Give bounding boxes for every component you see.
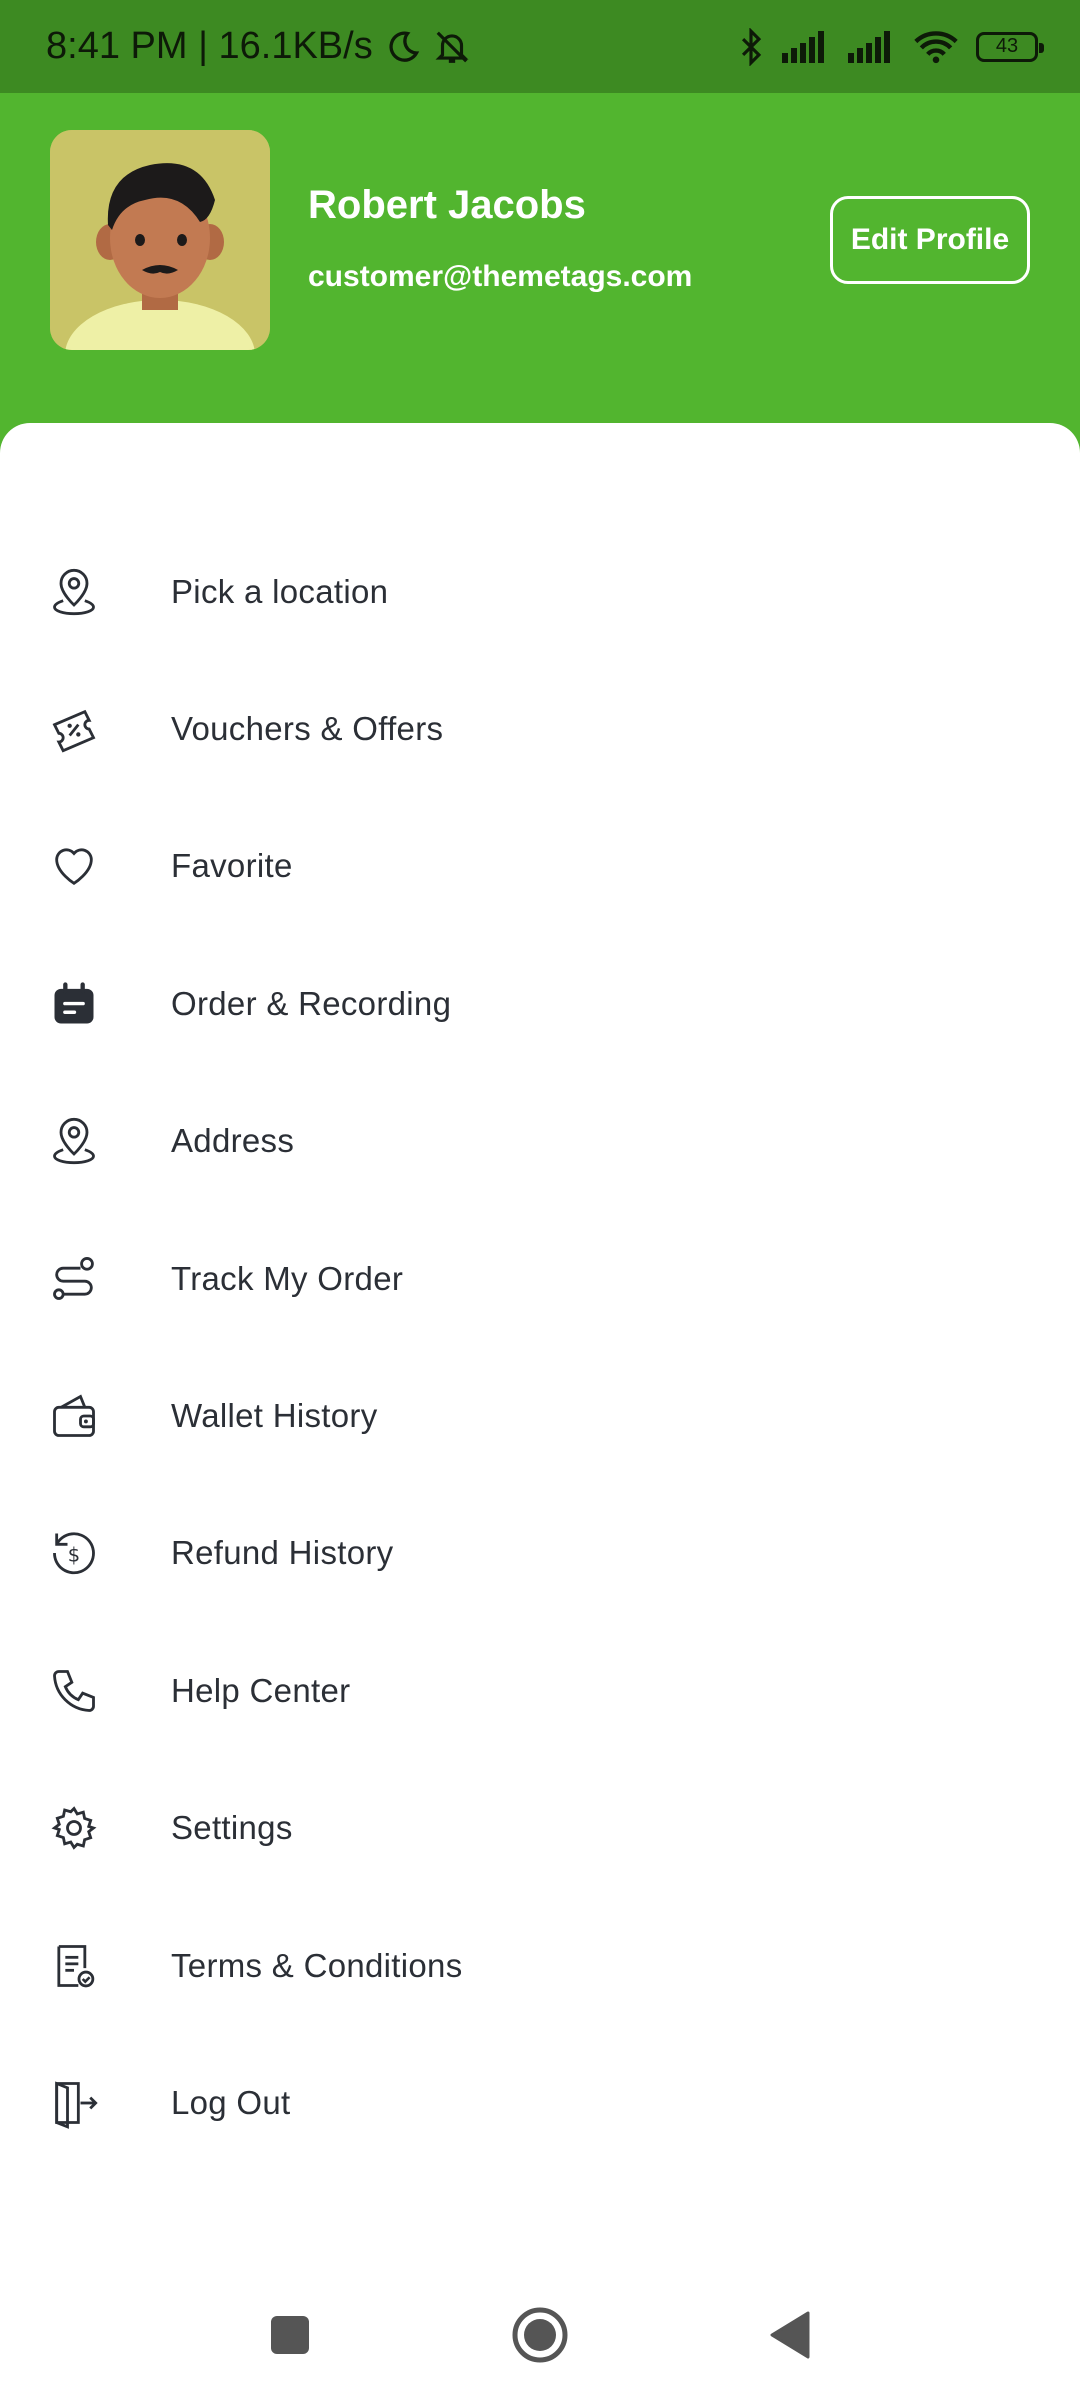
menu-item-logout[interactable]: Log Out [0, 2034, 1080, 2171]
back-triangle-icon[interactable] [760, 2305, 820, 2365]
battery-icon: 43 [976, 31, 1044, 62]
menu-item-label: Settings [171, 1809, 293, 1847]
menu-sheet: Pick a location Vouchers & Offers Favori… [0, 423, 1080, 2400]
calendar-icon [48, 978, 100, 1030]
menu-item-label: Help Center [171, 1671, 351, 1709]
profile-header: Robert Jacobs customer@themetags.com Edi… [0, 93, 1080, 453]
gear-icon [48, 1802, 100, 1854]
menu-item-address[interactable]: Address [0, 1073, 1080, 1210]
wallet-icon [48, 1390, 100, 1442]
avatar[interactable] [50, 130, 270, 350]
menu-item-label: Favorite [171, 847, 293, 885]
route-icon [48, 1253, 100, 1305]
menu-item-label: Order & Recording [171, 984, 452, 1022]
menu-item-favorite[interactable]: Favorite [0, 798, 1080, 935]
menu-item-pick-location[interactable]: Pick a location [0, 523, 1080, 660]
menu-item-label: Vouchers & Offers [171, 710, 444, 748]
menu-item-wallet-history[interactable]: Wallet History [0, 1347, 1080, 1484]
menu-item-label: Log Out [171, 2083, 291, 2121]
profile-name: Robert Jacobs [308, 183, 586, 227]
menu-item-terms[interactable]: Terms & Conditions [0, 1897, 1080, 2034]
menu-item-help-center[interactable]: Help Center [0, 1622, 1080, 1759]
menu-item-vouchers[interactable]: Vouchers & Offers [0, 660, 1080, 797]
menu-item-label: Address [171, 1122, 295, 1160]
menu-item-refund-history[interactable]: $ Refund History [0, 1485, 1080, 1622]
menu-item-order-recording[interactable]: Order & Recording [0, 935, 1080, 1072]
location-pin-icon [48, 1115, 100, 1167]
document-icon [48, 1940, 100, 1992]
voucher-icon [48, 703, 100, 755]
signal-icon [782, 30, 830, 63]
refund-icon: $ [48, 1527, 100, 1579]
home-circle-icon[interactable] [510, 2305, 570, 2365]
profile-email: customer@themetags.com [308, 260, 693, 293]
system-nav-bar [0, 2270, 1080, 2400]
heart-icon [48, 840, 100, 892]
menu-list: Pick a location Vouchers & Offers Favori… [0, 523, 1080, 2172]
phone-icon [48, 1665, 100, 1717]
bluetooth-icon [738, 27, 764, 66]
menu-item-label: Pick a location [171, 572, 389, 610]
battery-level: 43 [995, 35, 1019, 57]
location-pin-icon [48, 566, 100, 618]
logout-icon [48, 2077, 100, 2129]
menu-item-label: Track My Order [171, 1259, 404, 1297]
square-icon[interactable] [260, 2305, 320, 2365]
wifi-icon [914, 30, 958, 64]
muted-bell-icon [433, 28, 471, 66]
menu-item-settings[interactable]: Settings [0, 1760, 1080, 1897]
status-time: 8:41 PM | 16.1KB/s [46, 25, 373, 67]
menu-item-label: Wallet History [171, 1397, 378, 1435]
edit-profile-button[interactable]: Edit Profile [830, 196, 1030, 284]
menu-item-label: Refund History [171, 1534, 394, 1572]
menu-item-track-order[interactable]: Track My Order [0, 1210, 1080, 1347]
status-bar: 8:41 PM | 16.1KB/s 43 [0, 0, 1080, 93]
signal-icon [848, 30, 896, 63]
moon-icon [385, 29, 421, 65]
svg-text:$: $ [68, 1544, 80, 1567]
menu-item-label: Terms & Conditions [171, 1946, 463, 1984]
